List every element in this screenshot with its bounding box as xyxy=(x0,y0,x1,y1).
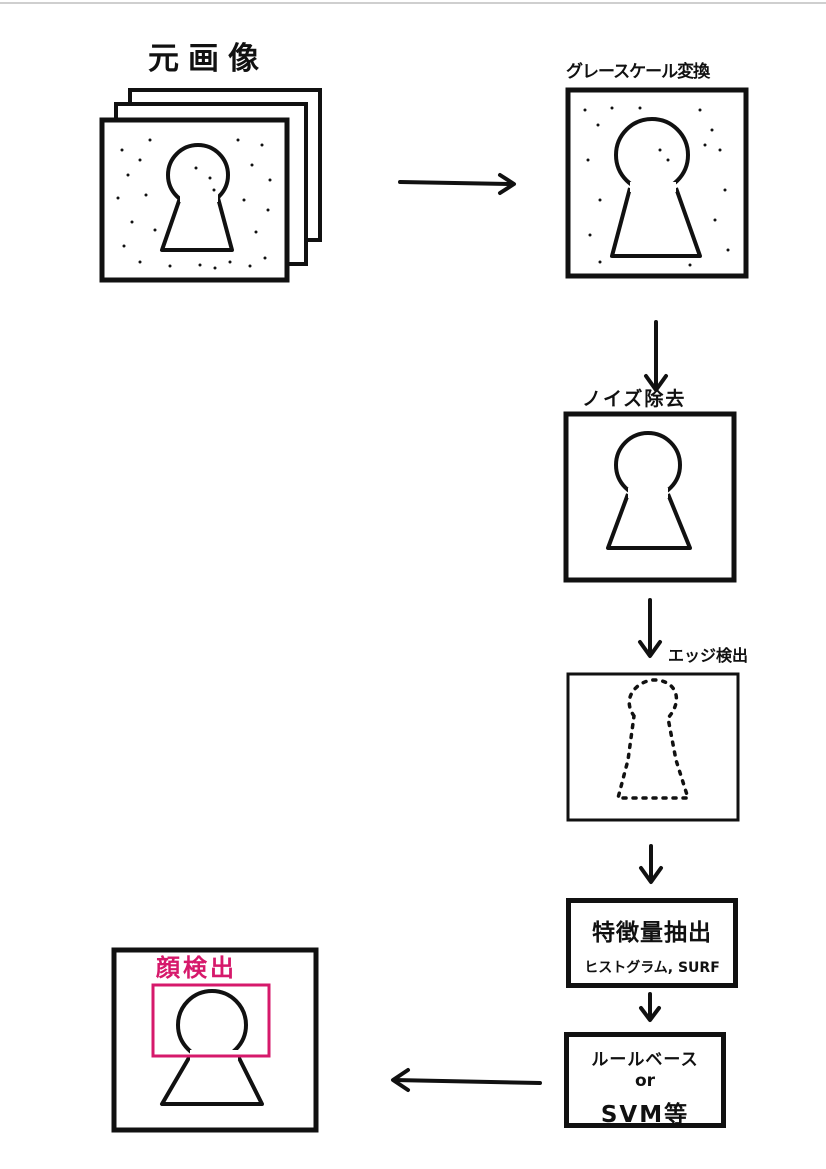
denoise-image xyxy=(563,411,737,583)
feature-extraction-box: 特徴量抽出 ヒストグラム, SURF xyxy=(566,898,738,988)
arrow-down-icon xyxy=(639,844,663,884)
label-denoise: ノイズ除去 xyxy=(582,388,687,410)
classifier-box: ルールベース or SVM等 xyxy=(564,1032,726,1128)
label-edge: エッジ検出 xyxy=(668,646,749,665)
classifier-line2: or xyxy=(634,1071,656,1091)
label-face-detect: 顔検出 xyxy=(156,954,237,982)
diagram-canvas: 元画像 グレースケール変換 ノイズ除去 エッジ検出 特徴量抽出 ヒストグラム, … xyxy=(0,0,826,1169)
feature-subtitle: ヒストグラム, SURF xyxy=(584,960,720,976)
original-image-stack xyxy=(99,88,322,283)
arrow-right-icon xyxy=(398,173,516,195)
label-grayscale: グレースケール変換 xyxy=(566,62,710,82)
arrow-left-icon xyxy=(391,1068,542,1092)
arrow-down-icon xyxy=(639,992,661,1022)
arrow-down-icon xyxy=(644,320,668,392)
label-original: 元画像 xyxy=(148,41,268,77)
feature-title: 特徴量抽出 xyxy=(592,920,712,946)
arrow-down-icon xyxy=(638,598,662,658)
classifier-line1: ルールベース xyxy=(591,1050,699,1070)
classifier-line3: SVM等 xyxy=(600,1102,690,1128)
edge-image xyxy=(566,672,740,822)
diagram-drawing xyxy=(0,2,826,1133)
grayscale-image xyxy=(565,87,749,279)
